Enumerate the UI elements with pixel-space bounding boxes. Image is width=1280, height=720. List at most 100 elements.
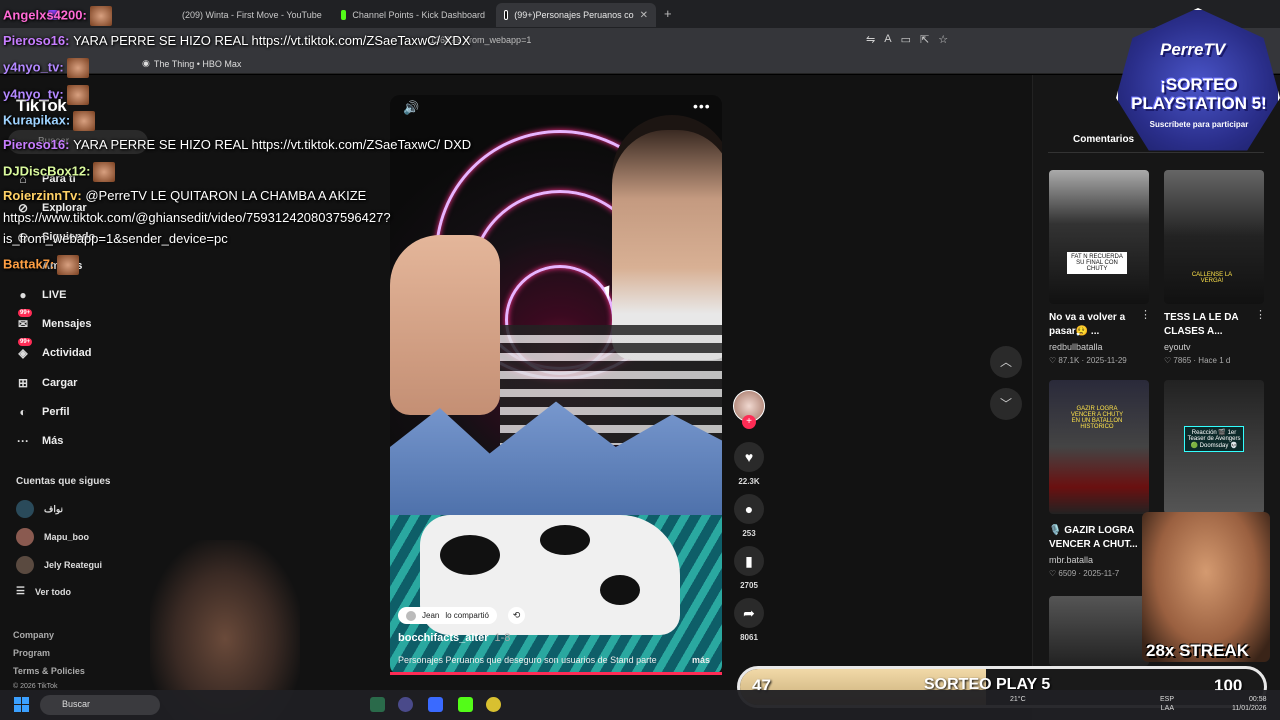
nav-item-perfil[interactable]: ◐ Perfil	[14, 403, 69, 421]
nav-item-actividad[interactable]: ◈ 99+ Actividad	[14, 338, 92, 362]
next-video-button[interactable]: ﹀	[990, 388, 1022, 420]
related-video-stats: ♡ 6509 · 2025-11-7	[1049, 569, 1120, 578]
video-options-icon[interactable]: •••	[693, 98, 711, 114]
share-action[interactable]: ➦ 8061	[733, 598, 765, 642]
nav-item-live[interactable]: ● LIVE	[14, 286, 66, 304]
related-video-thumbnail[interactable]	[1049, 596, 1149, 666]
streak-label: 28x STREAK	[1146, 641, 1249, 660]
nav-item-mensajes[interactable]: ✉ 99+ Mensajes	[14, 309, 92, 333]
taskbar	[0, 690, 1280, 720]
avatar	[16, 528, 34, 546]
chat-message: y4nyo_tv:	[3, 58, 89, 78]
chevron-up-icon: ︿	[999, 355, 1012, 369]
related-video-thumbnail[interactable]: FAT N RECUERDA SU FINAL CON CHUTY	[1049, 170, 1149, 304]
bookmark-hbo[interactable]: ◉ The Thing • HBO Max	[142, 58, 241, 69]
related-video-user[interactable]: eyoutv	[1164, 342, 1191, 352]
url-actions: ⇋ A ▭ ⇱ ☆	[866, 33, 948, 46]
browser-tab-tiktok[interactable]: (99+)Personajes Peruanos co ✕	[496, 3, 656, 27]
following-account[interactable]: نواف	[16, 500, 63, 518]
more-link[interactable]: más	[692, 655, 710, 665]
chat-message: Kurapikax:	[3, 111, 96, 131]
like-action[interactable]: ♥ 22.3K	[733, 442, 765, 486]
kick-icon	[341, 10, 347, 20]
nav-item-mas[interactable]: ··· Más	[14, 432, 63, 450]
emote-icon	[66, 58, 89, 78]
language-indicator[interactable]: ESP LAA	[1160, 695, 1174, 713]
following-account[interactable]: Jely Reategui	[16, 556, 102, 574]
close-tab-icon[interactable]: ✕	[640, 10, 648, 21]
promo-line: ¡SORTEO	[1160, 75, 1238, 94]
shared-by-pill[interactable]: Jean lo compartió	[398, 607, 497, 624]
emote-icon	[93, 162, 116, 182]
windows-start-icon[interactable]	[14, 697, 29, 712]
video-player[interactable]	[390, 95, 722, 675]
related-video-thumbnail[interactable]: GAZIR LOGRA VENCER A CHUTY EN UN BATALLO…	[1049, 380, 1149, 514]
video-progress-bar[interactable]	[390, 672, 722, 675]
nav-item-cargar[interactable]: ⊞ Cargar	[14, 374, 78, 392]
font-icon[interactable]: A	[884, 33, 891, 46]
related-video-thumbnail[interactable]: Reacción 🎬 1er Teaser de Avengers 🟢 Doom…	[1164, 380, 1264, 514]
activity-badge: 99+	[18, 338, 33, 346]
footer-copyright: © 2026 TikTok	[13, 683, 58, 690]
related-video-title[interactable]: TESS LA LE DA CLASES A...	[1164, 311, 1264, 339]
following-section-title: Cuentas que sigues	[16, 476, 111, 487]
footer-terms[interactable]: Terms & Policies	[13, 666, 85, 676]
related-video-user[interactable]: redbullbatalla	[1049, 342, 1103, 352]
list-icon: ☰	[16, 586, 25, 597]
repost-icon[interactable]: ⟲	[508, 607, 525, 624]
reaction-image	[1142, 512, 1270, 662]
browser-tab-kick[interactable]: Channel Points - Kick Dashboard	[333, 3, 493, 27]
related-video-stats: ♡ 7865 · Hace 1 d	[1164, 356, 1231, 365]
promo-subtitle: Suscríbete para participar	[1149, 120, 1249, 129]
hbo-icon: ◉	[142, 58, 150, 68]
video-description: Personajes Peruanos que deseguro son usu…	[398, 655, 710, 665]
chat-message: Angelxs4200:	[3, 6, 112, 26]
messages-icon: ✉ 99+	[17, 309, 33, 331]
avatar	[16, 556, 34, 574]
related-video-stats: ♡ 87.1K · 2025-11-29	[1049, 356, 1127, 365]
share-icon[interactable]: ⇱	[920, 33, 929, 46]
avatar	[16, 500, 34, 518]
footer-company[interactable]: Company	[13, 630, 54, 640]
previous-video-button[interactable]: ︿	[990, 346, 1022, 378]
follow-plus-icon[interactable]: +	[742, 415, 756, 429]
comment-icon: ●	[734, 494, 764, 524]
volume-icon[interactable]: 🔊	[403, 100, 419, 116]
cast-icon[interactable]: ▭	[901, 33, 911, 46]
translate-icon[interactable]: ⇋	[866, 33, 875, 46]
activity-icon: ◈ 99+	[18, 338, 33, 360]
comment-action[interactable]: ● 253	[733, 494, 765, 538]
emote-icon	[66, 85, 89, 105]
related-video-title[interactable]: No va a volver a pasar😮‍💨 ...	[1049, 311, 1149, 339]
app-icon[interactable]	[370, 697, 385, 712]
following-account[interactable]: Mapu_boo	[16, 528, 89, 546]
app-icon[interactable]	[398, 697, 413, 712]
upload-icon: ⊞	[17, 376, 29, 390]
bookmark-icon: ▮	[734, 546, 764, 576]
chat-message: is_from_webapp=1&sender_device=pc	[3, 231, 228, 246]
emote-icon	[89, 6, 112, 26]
bookmark-star-icon[interactable]: ☆	[938, 33, 948, 46]
new-tab-button[interactable]: +	[664, 6, 672, 21]
app-icon[interactable]	[428, 697, 443, 712]
related-video-thumbnail[interactable]: CALLENSE LA VERGA!	[1164, 170, 1264, 304]
clock[interactable]: 00:58 11/01/2026	[1232, 695, 1267, 713]
mountains-graphic	[390, 401, 722, 525]
profile-icon: ◐	[19, 405, 27, 419]
app-icon[interactable]	[486, 697, 501, 712]
save-action[interactable]: ▮ 2705	[733, 546, 765, 590]
heart-icon: ♥	[734, 442, 764, 472]
chat-message: https://www.tiktok.com/@ghiansedit/video…	[3, 210, 391, 225]
video-author[interactable]: bocchifacts_alter 1-8	[398, 632, 510, 644]
cow-spot	[540, 525, 590, 555]
thumbs-up-hand	[390, 235, 500, 415]
kick-app-icon[interactable]	[458, 697, 473, 712]
footer-program[interactable]: Program	[13, 648, 50, 658]
browser-tab-youtube[interactable]: (209) Winta - First Move - YouTube	[168, 3, 328, 27]
related-video-title[interactable]: 🎙️ GAZIR LOGRA VENCER A CHUT...	[1049, 524, 1149, 552]
weather-readout[interactable]: 21°C	[1010, 695, 1026, 704]
taskbar-search[interactable]: Buscar	[40, 695, 160, 715]
chevron-down-icon: ﹀	[999, 397, 1012, 411]
related-video-user[interactable]: mbr.batalla	[1049, 555, 1093, 565]
see-all-link[interactable]: ☰ Ver todo	[16, 586, 71, 597]
